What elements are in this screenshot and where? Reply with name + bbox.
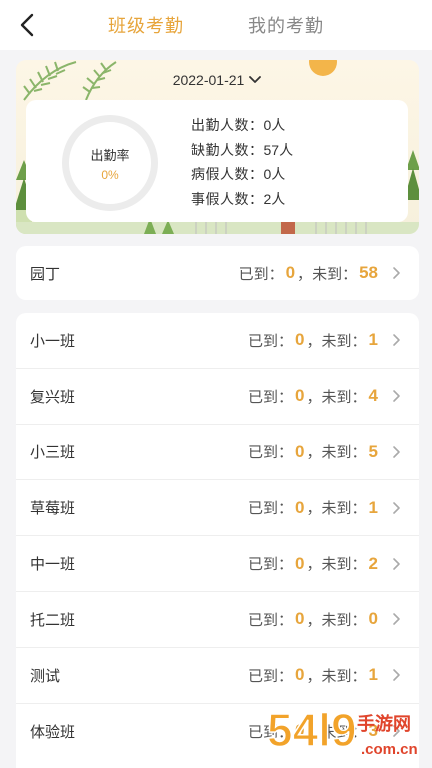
stat-personal-leave: 事假人数：2人 — [191, 190, 286, 207]
missing-count: 1 — [368, 330, 378, 350]
missing-count: 58 — [359, 263, 378, 282]
class-counts: 已到： 0，未到： 1 — [248, 648, 401, 703]
stat-sick-leave: 病假人数：0人 — [191, 166, 286, 182]
tab-bar: 班级考勤 我的考勤 — [0, 0, 432, 50]
attendance-stats-panel: 出勤率 0% 出勤人数：0人 缺勤人数：57人 病假人数：0人 事假人数：2人 — [26, 100, 408, 222]
gardener-counts: 已到： 0，未到： 58 — [239, 246, 401, 300]
attendance-rate-ring: 出勤率 0% — [62, 115, 158, 211]
class-name: 小三班 — [30, 444, 76, 462]
attendance-summary-card: 2022-01-21 出勤率 0% 出勤人数：0人 缺勤人数：57人 病假人数：… — [16, 60, 419, 234]
attendance-stat-list: 出勤人数：0人 缺勤人数：57人 病假人数：0人 事假人数：2人 — [191, 116, 293, 209]
chevron-right-icon — [392, 266, 401, 280]
class-name: 小一班 — [30, 332, 76, 350]
missing-count: 0 — [368, 609, 378, 629]
missing-count: 4 — [368, 386, 378, 406]
class-row[interactable]: 小三班 已到： 0，未到： 5 — [16, 425, 419, 481]
arrived-count: 0 — [295, 330, 305, 350]
missing-count: 2 — [368, 553, 378, 573]
class-counts: 已到： 0，未到： 1 — [248, 480, 401, 535]
class-row[interactable]: 托二班 已到： 0，未到： 0 — [16, 592, 419, 648]
arrived-count: 0 — [295, 553, 305, 573]
stat-present: 出勤人数：0人 — [191, 117, 286, 133]
class-name: 中一班 — [30, 556, 76, 574]
class-counts: 已到： 0，未到： 5 — [248, 425, 401, 480]
arrived-count: 0 — [285, 263, 296, 282]
missing-count: 5 — [368, 441, 378, 461]
chevron-right-icon — [392, 389, 401, 403]
chevron-right-icon — [392, 668, 401, 682]
class-counts: 已到： 0，未到： 0 — [248, 592, 401, 647]
class-row[interactable]: 中一班 已到： 0，未到： 2 — [16, 536, 419, 592]
chevron-down-icon — [249, 76, 262, 83]
top-bar: 班级考勤 我的考勤 — [0, 0, 432, 50]
watermark-domain: .com.cn — [361, 741, 418, 758]
chevron-right-icon — [392, 557, 401, 571]
class-name: 复兴班 — [30, 388, 76, 406]
arrived-count: 0 — [295, 609, 305, 629]
class-counts: 已到： 0，未到： 4 — [248, 369, 401, 424]
class-name: 草莓班 — [30, 500, 76, 518]
arrived-count: 0 — [295, 497, 305, 517]
missing-count: 1 — [368, 497, 378, 517]
class-row[interactable]: 复兴班 已到： 0，未到： 4 — [16, 369, 419, 425]
tab-class-attendance[interactable]: 班级考勤 — [108, 12, 184, 38]
tab-my-attendance[interactable]: 我的考勤 — [248, 12, 324, 38]
class-row[interactable]: 草莓班 已到： 0，未到： 1 — [16, 480, 419, 537]
site-watermark-logo: 54l9 手游网 .com.cn — [266, 703, 418, 758]
stat-absent: 缺勤人数：57人 — [191, 141, 294, 158]
watermark-text: 手游网 — [357, 713, 411, 735]
class-name: 测试 — [30, 667, 61, 685]
class-counts: 已到： 0，未到： 2 — [248, 536, 401, 591]
class-row[interactable]: 小一班 已到： 0，未到： 1 — [16, 313, 419, 369]
watermark-brand: 54l9 — [267, 704, 357, 756]
date-value: 2022-01-21 — [172, 72, 245, 88]
class-name: 体验班 — [30, 723, 76, 741]
missing-count: 1 — [368, 665, 378, 685]
chevron-right-icon — [392, 333, 401, 347]
arrived-count: 0 — [295, 441, 305, 461]
arrived-count: 0 — [295, 386, 305, 406]
date-picker[interactable]: 2022-01-21 — [16, 72, 419, 88]
chevron-right-icon — [392, 501, 401, 515]
gardener-row[interactable]: 园丁 已到： 0，未到： 58 — [16, 246, 419, 300]
attendance-rate-label: 出勤率 — [90, 147, 130, 163]
attendance-rate-value: 0% — [101, 167, 119, 182]
class-counts: 已到： 0，未到： 1 — [248, 313, 401, 368]
arrived-count: 0 — [295, 665, 305, 685]
gardener-name: 园丁 — [30, 265, 61, 283]
chevron-right-icon — [392, 612, 401, 626]
class-name: 托二班 — [30, 611, 76, 629]
chevron-right-icon — [392, 445, 401, 459]
